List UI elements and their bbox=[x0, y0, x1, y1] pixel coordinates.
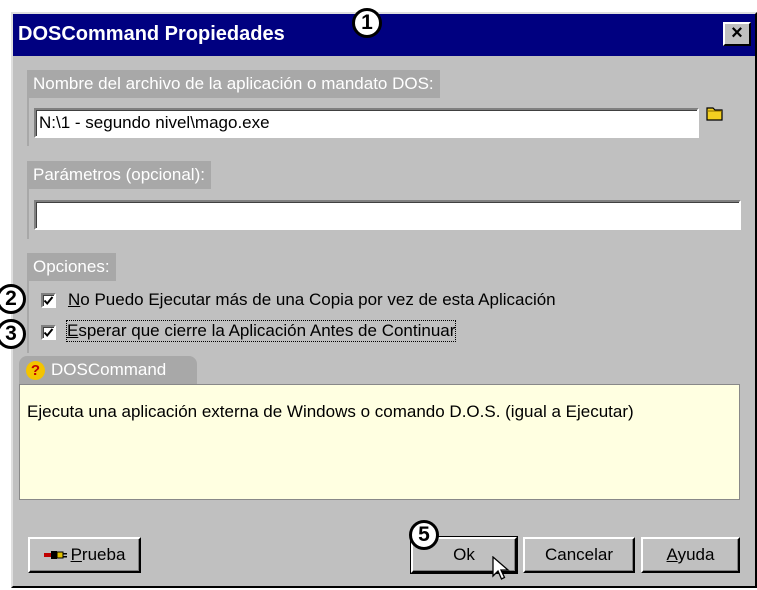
plug-icon bbox=[43, 551, 67, 559]
app-file-label: Nombre del archivo de la aplicación o ma… bbox=[27, 70, 440, 98]
options-label: Opciones: bbox=[27, 253, 116, 281]
test-button[interactable]: Prueba bbox=[28, 537, 141, 573]
wait-close-label[interactable]: Esperar que cierre la Aplicación Antes d… bbox=[65, 320, 457, 342]
app-file-input[interactable] bbox=[34, 108, 699, 138]
section-bar bbox=[27, 279, 29, 353]
close-button[interactable]: × bbox=[723, 22, 751, 46]
help-text: Ejecuta una aplicación externa de Window… bbox=[27, 402, 634, 421]
single-instance-label[interactable]: No Puedo Ejecutar más de una Copia por v… bbox=[68, 290, 556, 310]
single-instance-checkbox[interactable] bbox=[41, 293, 56, 308]
params-label: Parámetros (opcional): bbox=[27, 161, 211, 189]
cursor-icon bbox=[492, 556, 510, 580]
params-input[interactable] bbox=[34, 200, 741, 230]
question-icon: ? bbox=[26, 361, 45, 380]
section-bar bbox=[27, 187, 29, 239]
cancel-button[interactable]: Cancelar bbox=[523, 537, 635, 573]
folder-icon[interactable] bbox=[706, 105, 724, 121]
window-title: DOSCommand Propiedades bbox=[18, 23, 285, 45]
help-panel: Ejecuta una aplicación externa de Window… bbox=[19, 384, 740, 500]
callout-5: 5 bbox=[409, 520, 439, 550]
section-bar bbox=[27, 96, 29, 146]
help-header: ? DOSCommand bbox=[19, 356, 197, 384]
help-title: DOSCommand bbox=[51, 360, 167, 379]
title-bar[interactable]: DOSCommand Propiedades × bbox=[13, 14, 755, 56]
checkmark-icon bbox=[43, 328, 54, 338]
checkmark-icon bbox=[43, 296, 54, 306]
help-button[interactable]: Ayuda bbox=[641, 537, 740, 573]
wait-close-checkbox[interactable] bbox=[41, 325, 56, 340]
callout-1: 1 bbox=[352, 8, 382, 38]
